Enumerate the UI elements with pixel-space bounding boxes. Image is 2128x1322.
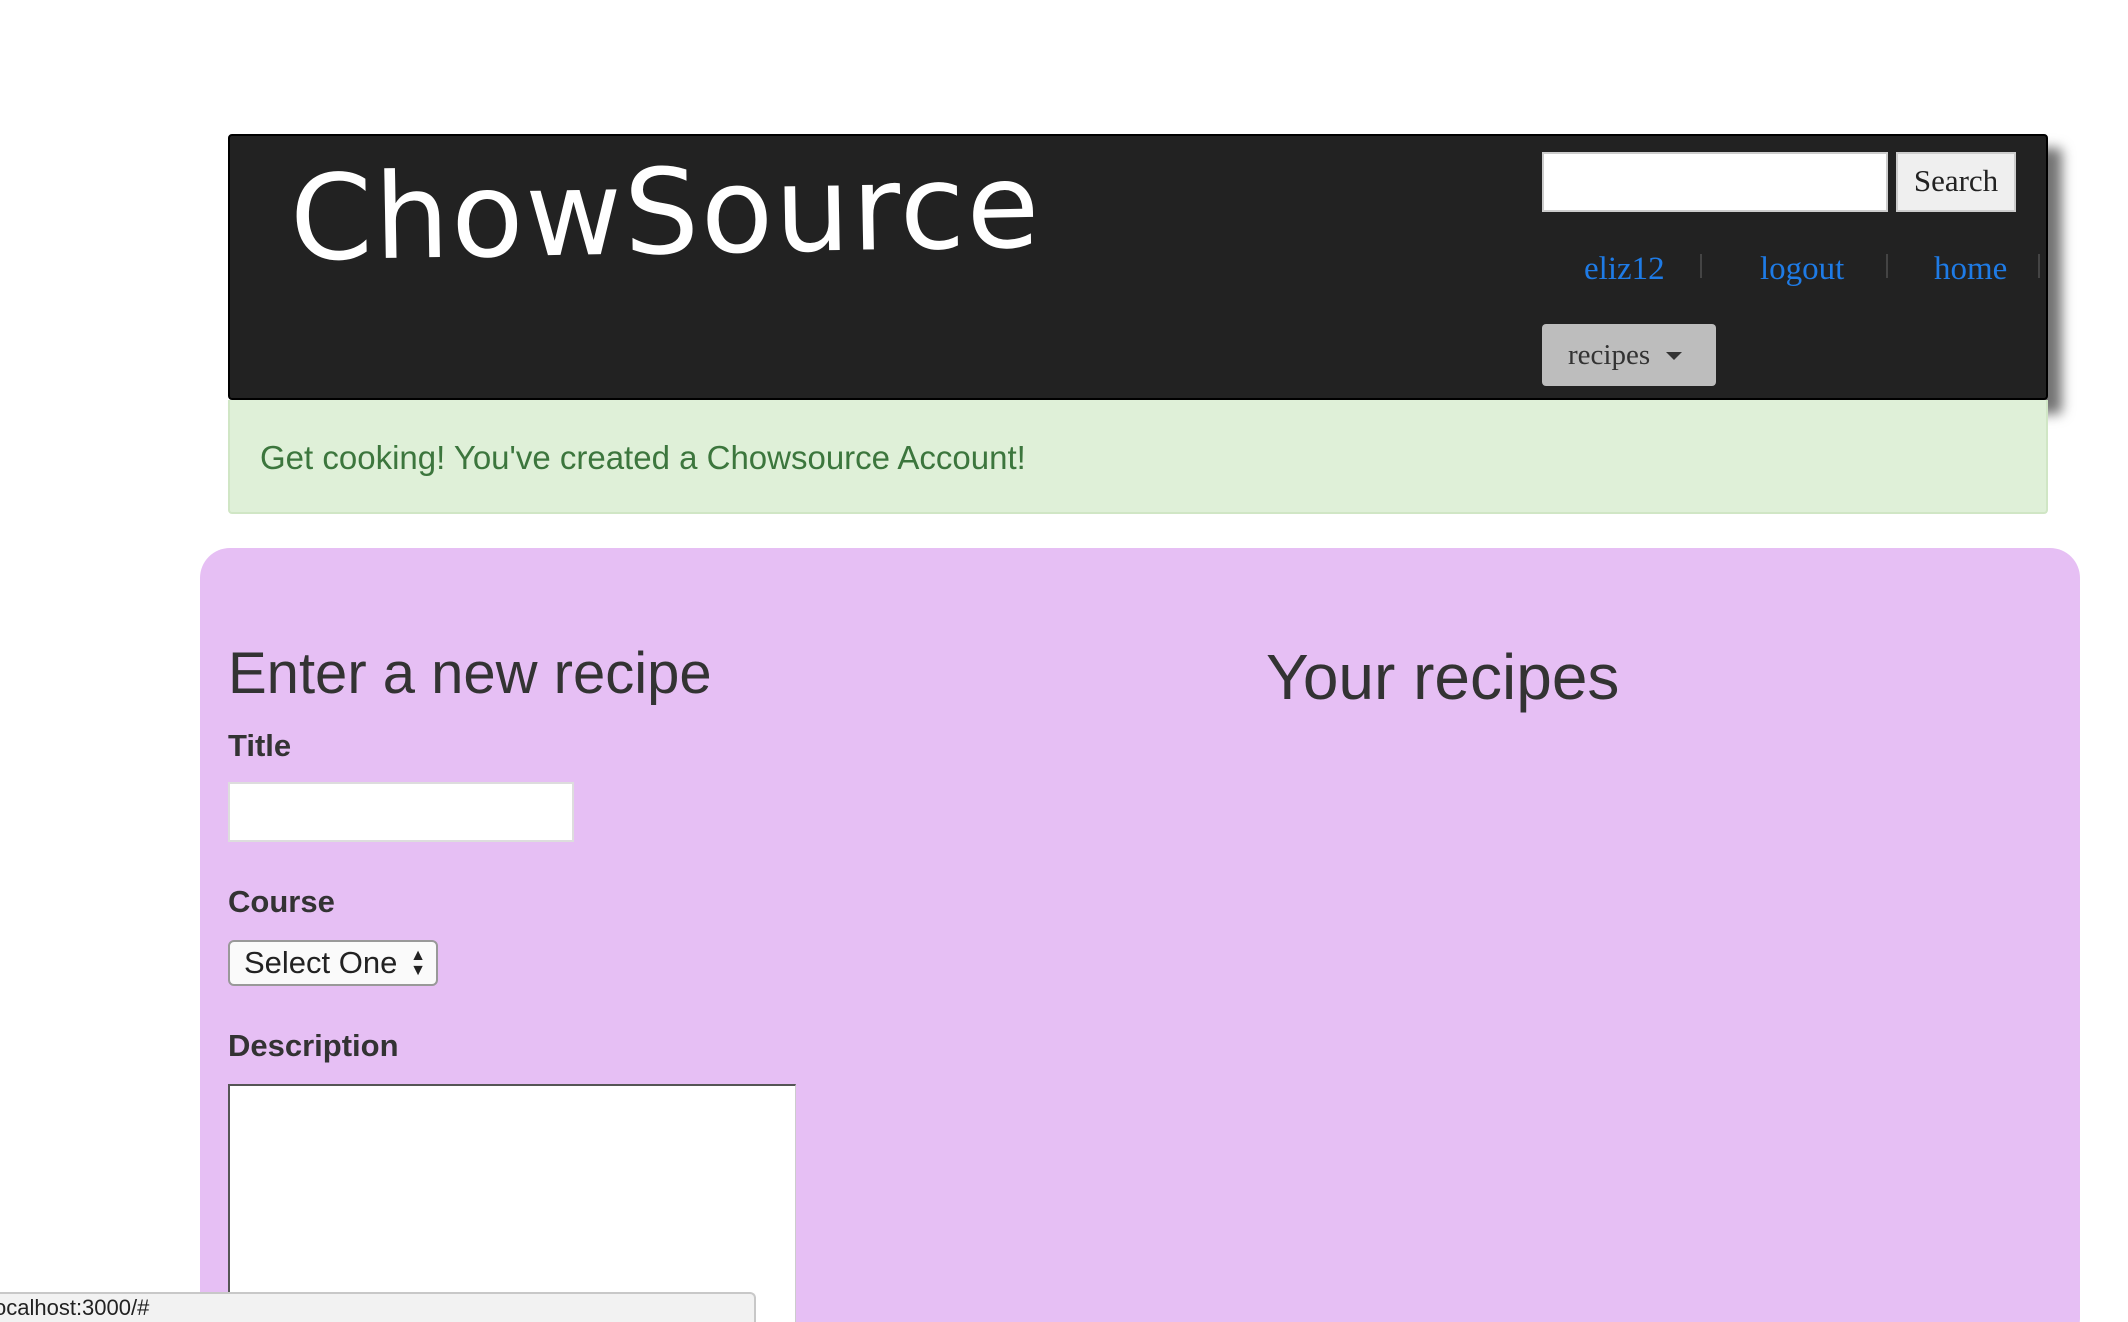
alert-message: Get cooking! You've created a Chowsource… (260, 439, 1026, 476)
site-logo[interactable]: ChowSource (289, 136, 1042, 287)
browser-status-bar: ocalhost:3000/# (0, 1292, 756, 1322)
nav-link-logout[interactable]: logout (1760, 244, 1844, 294)
search-input[interactable] (1542, 152, 1888, 212)
nav-separator (1886, 254, 1888, 278)
recipes-dropdown-button[interactable]: recipes (1542, 324, 1716, 386)
success-alert: Get cooking! You've created a Chowsource… (228, 400, 2048, 514)
title-input[interactable] (228, 782, 574, 842)
description-label: Description (228, 1028, 399, 1063)
main-panel: Enter a new recipe Title Course Select O… (200, 548, 2080, 1322)
nav-separator (2038, 254, 2040, 278)
nav-separator (1700, 254, 1702, 278)
select-arrows-icon: ▲ ▼ (410, 947, 426, 979)
nav-link-user[interactable]: eliz12 (1584, 244, 1665, 294)
course-label: Course (228, 884, 335, 919)
course-selected-value: Select One (244, 945, 398, 980)
nav-link-home[interactable]: home (1934, 244, 2007, 294)
search-button[interactable]: Search (1896, 152, 2016, 212)
recipes-dropdown-label: recipes (1568, 339, 1651, 371)
user-nav: eliz12 logout home (1542, 244, 2042, 294)
caret-down-icon (1666, 352, 1682, 360)
site-header: ChowSource Search eliz12 logout home rec… (228, 134, 2048, 400)
title-label: Title (228, 728, 292, 763)
status-url: ocalhost:3000/# (0, 1295, 150, 1320)
description-textarea[interactable] (228, 1084, 796, 1322)
course-select[interactable]: Select One ▲ ▼ (228, 940, 438, 986)
new-recipe-heading: Enter a new recipe (228, 641, 712, 706)
your-recipes-heading: Your recipes (1266, 641, 1620, 713)
